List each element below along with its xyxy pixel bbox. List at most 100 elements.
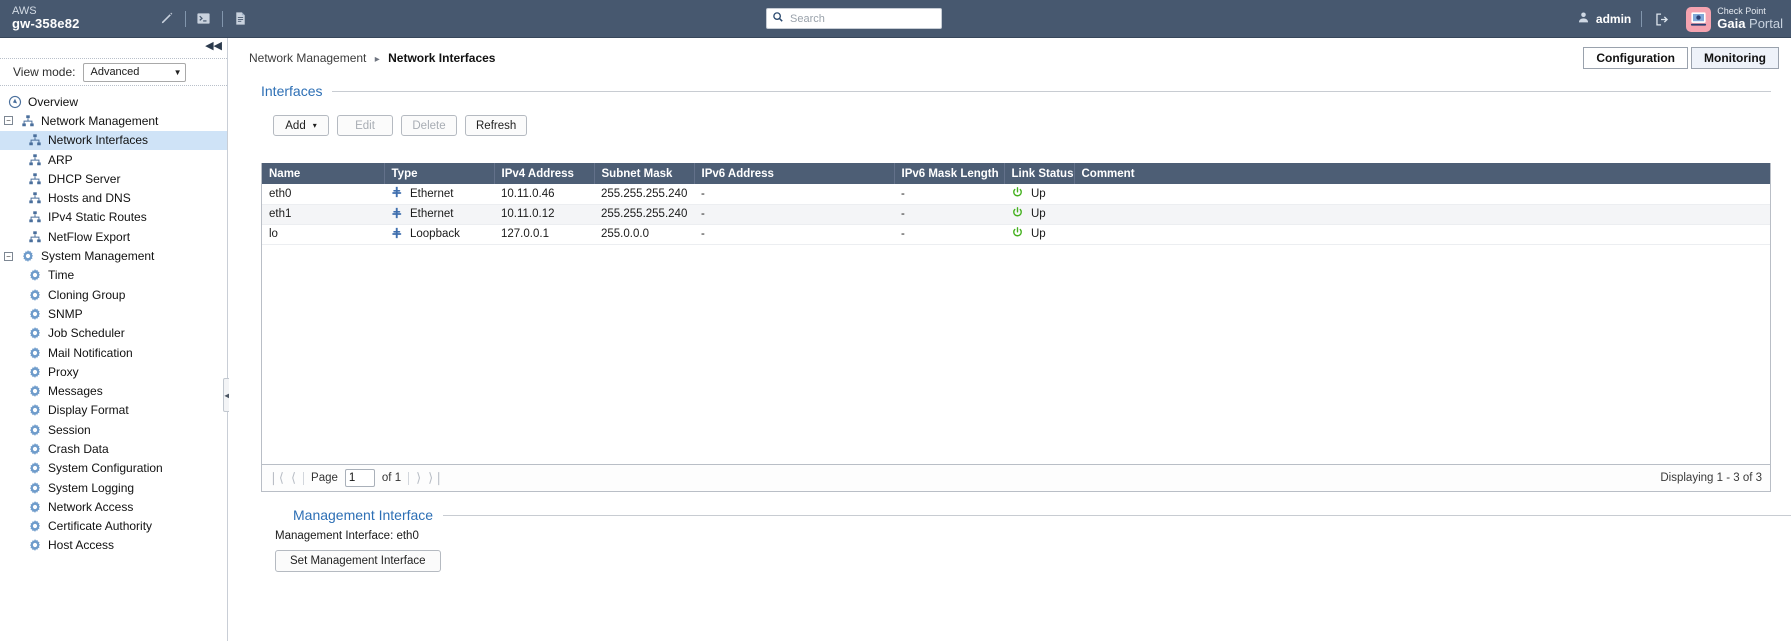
- search-box[interactable]: [766, 8, 942, 29]
- refresh-button[interactable]: Refresh: [465, 115, 528, 136]
- power-up-icon: [1011, 226, 1024, 242]
- column-header-type[interactable]: Type: [384, 163, 495, 184]
- management-section-title: Management Interface: [261, 504, 1791, 526]
- ethernet-icon: [391, 186, 403, 201]
- column-header-ipv6-mask-length[interactable]: IPv6 Mask Length: [894, 163, 1005, 184]
- toolbar-tools: [158, 10, 250, 28]
- terminal-icon[interactable]: [195, 10, 213, 28]
- sidebar-item-label: System Logging: [48, 480, 135, 495]
- chevron-down-icon: ▼: [173, 67, 182, 77]
- sidebar-item-label: SNMP: [48, 306, 83, 321]
- gear-icon: [28, 403, 42, 417]
- sidebar-item-dhcp-server[interactable]: DHCP Server: [0, 169, 227, 188]
- user-menu[interactable]: admin: [1577, 11, 1631, 27]
- table-body: eth0 Ethernet 10.11.0.46 255.255.255.240- - U…: [262, 184, 1770, 245]
- sidebar-item-network-interfaces[interactable]: Network Interfaces: [0, 130, 227, 150]
- cell-ipv6: -: [694, 184, 894, 205]
- add-button[interactable]: Add ▾: [273, 115, 329, 136]
- interfaces-grid: Name Type IPv4 Address Subnet Mask IPv6 Addr…: [261, 163, 1771, 465]
- divider: [332, 90, 1771, 92]
- document-icon[interactable]: [232, 10, 250, 28]
- divider: [1641, 11, 1643, 27]
- first-page-icon[interactable]: ❘⟨: [268, 470, 284, 486]
- search-input[interactable]: [788, 10, 936, 27]
- column-header-subnet-mask[interactable]: Subnet Mask: [594, 163, 695, 184]
- interfaces-section-title: Interfaces: [261, 80, 1771, 102]
- sidebar-item-job-scheduler[interactable]: Job Scheduler: [0, 324, 227, 343]
- sidebar-item-certificate-authority[interactable]: Certificate Authority: [0, 517, 227, 536]
- view-mode-value: Advanced: [90, 66, 140, 78]
- sidebar-item-crash-data[interactable]: Crash Data: [0, 439, 227, 458]
- table-pager: ❘⟨ ⟨ Page of 1 ⟩ ⟩❘ Displaying 1 - 3 of …: [261, 465, 1771, 492]
- sidebar-item-system-logging[interactable]: System Logging: [0, 478, 227, 497]
- column-header-name[interactable]: Name: [262, 163, 385, 184]
- view-mode-select[interactable]: Advanced ▼: [83, 62, 187, 82]
- sidebar-item-hosts-and-dns[interactable]: Hosts and DNS: [0, 188, 227, 207]
- sidebar-item-system-management[interactable]: − System Management: [0, 246, 227, 265]
- sidebar-item-netflow-export[interactable]: NetFlow Export: [0, 227, 227, 246]
- sidebar-item-label: Network Management: [41, 113, 159, 128]
- logout-icon[interactable]: [1652, 10, 1670, 28]
- pencil-icon[interactable]: [158, 10, 176, 28]
- loopback-icon: [391, 227, 403, 242]
- sidebar-item-system-configuration[interactable]: System Configuration: [0, 459, 227, 478]
- sidebar-item-proxy[interactable]: Proxy: [0, 362, 227, 381]
- configuration-button[interactable]: Configuration: [1583, 47, 1689, 69]
- ethernet-icon: [391, 207, 403, 222]
- sidebar-item-label: Cloning Group: [48, 287, 126, 302]
- sidebar-item-arp[interactable]: ARP: [0, 150, 227, 169]
- delete-button[interactable]: Delete: [401, 115, 457, 136]
- breadcrumb-parent[interactable]: Network Management: [249, 51, 366, 65]
- table-row[interactable]: lo Loopback 127.0.0.1 255.0.0.0- - Up: [262, 224, 1770, 245]
- displaying-count: Displaying 1 - 3 of 3: [1660, 472, 1762, 484]
- cell-subnet-mask: 255.255.255.240: [594, 204, 694, 225]
- edit-button[interactable]: Edit: [337, 115, 393, 136]
- cell-name: eth0: [262, 184, 384, 205]
- gear-icon: [28, 500, 42, 514]
- column-header-comment[interactable]: Comment: [1074, 163, 1770, 184]
- sidebar-item-label: DHCP Server: [48, 171, 121, 186]
- sidebar-item-snmp[interactable]: SNMP: [0, 304, 227, 323]
- sidebar-item-ipv4-static-routes[interactable]: IPv4 Static Routes: [0, 208, 227, 227]
- gear-icon: [28, 442, 42, 456]
- tree-toggle-icon[interactable]: −: [4, 116, 13, 126]
- sidebar-item-cloning-group[interactable]: Cloning Group: [0, 285, 227, 304]
- breadcrumb-bar: Network Management ▸ Network Interfaces …: [229, 38, 1791, 80]
- gear-icon: [28, 288, 42, 302]
- tree-toggle-icon[interactable]: −: [4, 251, 13, 261]
- cell-link-status: Up: [1031, 228, 1046, 240]
- gear-icon: [28, 307, 42, 321]
- page-input[interactable]: [344, 469, 375, 487]
- sidebar-item-overview[interactable]: Overview: [0, 92, 227, 111]
- divider: [303, 471, 305, 485]
- sidebar-item-network-management[interactable]: − Network Management: [0, 111, 227, 130]
- checkpoint-logo-icon: [1686, 6, 1712, 32]
- sidebar-item-time[interactable]: Time: [0, 266, 227, 285]
- column-header-link-status[interactable]: Link Status: [1004, 163, 1075, 184]
- cell-name: eth1: [262, 204, 384, 225]
- last-page-icon[interactable]: ⟩❘: [428, 470, 444, 486]
- collapse-sidebar-icon[interactable]: ◀◀: [205, 41, 222, 52]
- next-page-icon[interactable]: ⟩: [416, 470, 421, 486]
- column-header-ipv6-address[interactable]: IPv6 Address: [694, 163, 895, 184]
- power-up-icon: [1011, 206, 1024, 222]
- column-header-ipv4-address[interactable]: IPv4 Address: [494, 163, 595, 184]
- divider: [184, 10, 186, 27]
- sidebar-item-display-format[interactable]: Display Format: [0, 401, 227, 420]
- table-row[interactable]: eth1 Ethernet 10.11.0.12 255.255.255.240- - U…: [262, 204, 1770, 225]
- table-row[interactable]: eth0 Ethernet 10.11.0.46 255.255.255.240- - U…: [262, 184, 1770, 205]
- sidebar-item-network-access[interactable]: Network Access: [0, 497, 227, 516]
- cell-ipv6: -: [694, 204, 894, 225]
- monitoring-button[interactable]: Monitoring: [1691, 47, 1779, 69]
- set-management-interface-button[interactable]: Set Management Interface: [275, 550, 441, 572]
- gear-icon: [28, 346, 42, 360]
- sidebar-item-mail-notification[interactable]: Mail Notification: [0, 343, 227, 362]
- sidebar: ◀◀ View mode: Advanced ▼ Overview − Networ…: [0, 38, 232, 641]
- gear-icon: [21, 249, 35, 263]
- sidebar-item-host-access[interactable]: Host Access: [0, 536, 227, 555]
- divider: [408, 471, 410, 485]
- sidebar-item-messages[interactable]: Messages: [0, 381, 227, 400]
- prev-page-icon[interactable]: ⟨: [291, 470, 296, 486]
- gear-icon: [28, 384, 42, 398]
- sidebar-item-session[interactable]: Session: [0, 420, 227, 439]
